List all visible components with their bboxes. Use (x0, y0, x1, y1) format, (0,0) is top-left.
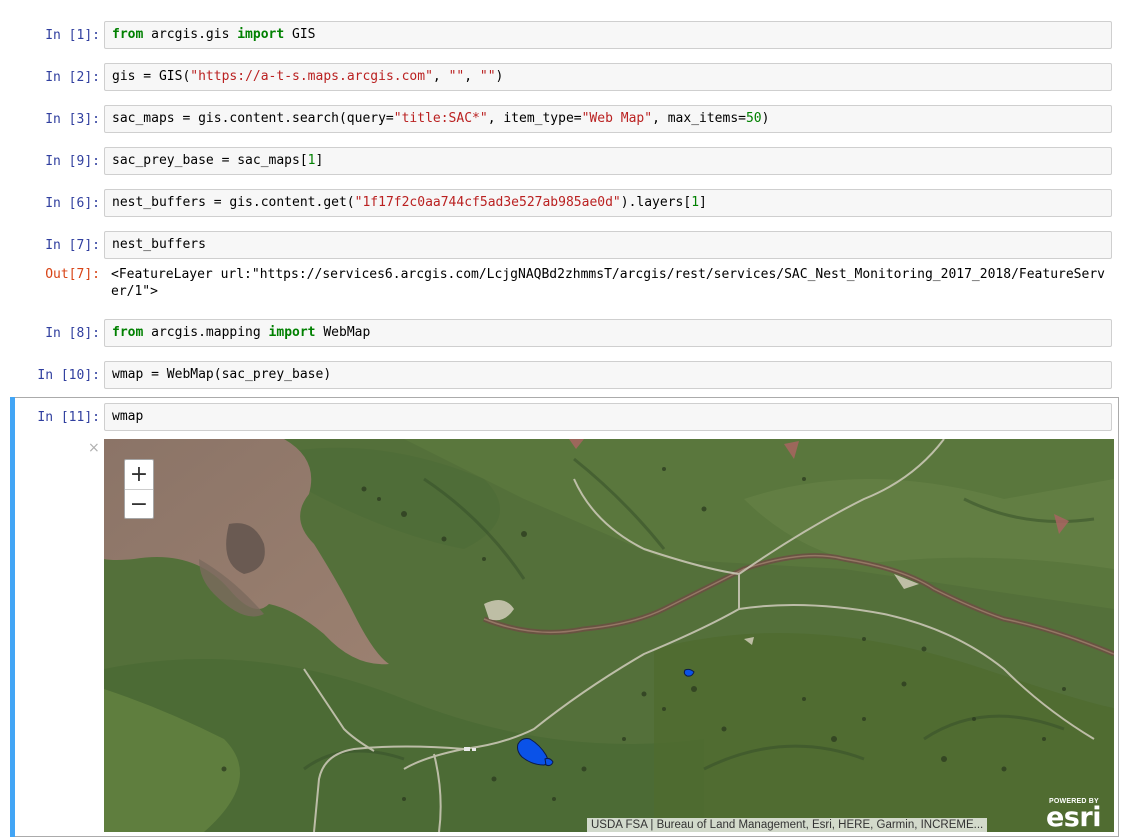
code-text: GIS (284, 27, 316, 42)
selected-cell-indicator (10, 397, 15, 837)
map-attribution[interactable]: USDA FSA | Bureau of Land Management, Es… (587, 818, 988, 832)
code-keyword: from (112, 325, 144, 340)
code-string: "Web Map" (581, 111, 653, 126)
zoom-control: + − (124, 459, 154, 519)
code-line: sac_prey_base = sac_maps[1] (112, 153, 323, 169)
code-line: nest_buffers = gis.content.get("1f17f2c0… (112, 195, 707, 211)
code-number: 1 (691, 195, 700, 210)
code-text: wmap (112, 409, 144, 424)
cell-input-area[interactable]: sac_prey_base = sac_maps[1] (104, 147, 1112, 175)
input-prompt: In [6]: (45, 196, 100, 211)
input-prompt: In [3]: (45, 112, 100, 127)
cell-input-area[interactable]: from arcgis.mapping import WebMap (104, 319, 1112, 347)
code-string: "" (448, 69, 465, 84)
esri-logo[interactable]: esri (1046, 803, 1101, 833)
code-string: "title:SAC*" (393, 111, 488, 126)
input-prompt: In [1]: (45, 28, 100, 43)
input-prompt: In [7]: (45, 238, 100, 253)
code-text: sac_maps = gis.content.search(query= (112, 111, 394, 126)
code-text: arcgis.mapping (143, 325, 269, 340)
webmap-widget[interactable]: + − USDA FSA | Bureau of Land Management… (104, 439, 1114, 832)
code-text: nest_buffers = gis.content.get( (112, 195, 355, 210)
code-text: , max_items= (652, 111, 746, 126)
cell-input-area[interactable]: gis = GIS("https://a-t-s.maps.arcgis.com… (104, 63, 1112, 91)
code-line: from arcgis.mapping import WebMap (112, 325, 370, 341)
cell-input-area[interactable]: nest_buffers (104, 231, 1112, 259)
cell-input-area[interactable]: nest_buffers = gis.content.get("1f17f2c0… (104, 189, 1112, 217)
cell-input-area[interactable]: wmap = WebMap(sac_prey_base) (104, 361, 1112, 389)
zoom-in-button[interactable]: + (125, 460, 153, 490)
code-line: wmap (112, 409, 143, 425)
code-string: "https://a-t-s.maps.arcgis.com" (190, 69, 433, 84)
code-text: , item_type= (487, 111, 582, 126)
code-string: "" (479, 69, 496, 84)
input-prompt: In [8]: (45, 326, 100, 341)
code-line: nest_buffers (112, 237, 206, 253)
code-number: 1 (307, 153, 316, 168)
code-text: , (464, 69, 480, 84)
code-keyword: from (112, 27, 144, 42)
cell-input-area[interactable]: wmap (104, 403, 1112, 431)
code-text: WebMap (315, 325, 371, 340)
code-text: ) (495, 69, 504, 84)
code-text: , (432, 69, 449, 84)
code-keyword: import (268, 325, 316, 340)
cell-input-area[interactable]: from arcgis.gis import GIS (104, 21, 1112, 49)
code-number: 50 (745, 111, 762, 126)
satellite-imagery[interactable] (104, 439, 1114, 832)
code-line: from arcgis.gis import GIS (112, 27, 316, 43)
close-output-icon[interactable]: × (88, 440, 100, 456)
output-text: <FeatureLayer url:"https://services6.arc… (111, 267, 1105, 299)
code-string: "1f17f2c0aa744cf5ad3e527ab985ae0d" (354, 195, 621, 210)
code-text: arcgis.gis (143, 27, 238, 42)
code-line: wmap = WebMap(sac_prey_base) (112, 367, 331, 383)
input-prompt: In [2]: (45, 70, 100, 85)
code-text: ] (699, 195, 707, 210)
input-prompt: In [11]: (37, 410, 100, 425)
code-text: ] (315, 153, 324, 168)
code-keyword: import (237, 27, 285, 42)
code-text: ) (761, 111, 770, 126)
output-prompt: Out[7]: (45, 267, 100, 282)
code-line: gis = GIS("https://a-t-s.maps.arcgis.com… (112, 69, 503, 85)
input-prompt: In [9]: (45, 154, 100, 169)
code-text: ).layers[ (620, 195, 692, 210)
code-line: sac_maps = gis.content.search(query="tit… (112, 111, 769, 127)
cell-input-area[interactable]: sac_maps = gis.content.search(query="tit… (104, 105, 1112, 133)
code-text: wmap = WebMap(sac_prey_base) (112, 367, 332, 382)
code-text: gis = GIS( (112, 69, 191, 84)
input-prompt: In [10]: (37, 368, 100, 383)
code-text: nest_buffers (112, 237, 206, 252)
code-text: sac_prey_base = sac_maps[ (112, 153, 308, 168)
zoom-out-button[interactable]: − (125, 490, 153, 519)
